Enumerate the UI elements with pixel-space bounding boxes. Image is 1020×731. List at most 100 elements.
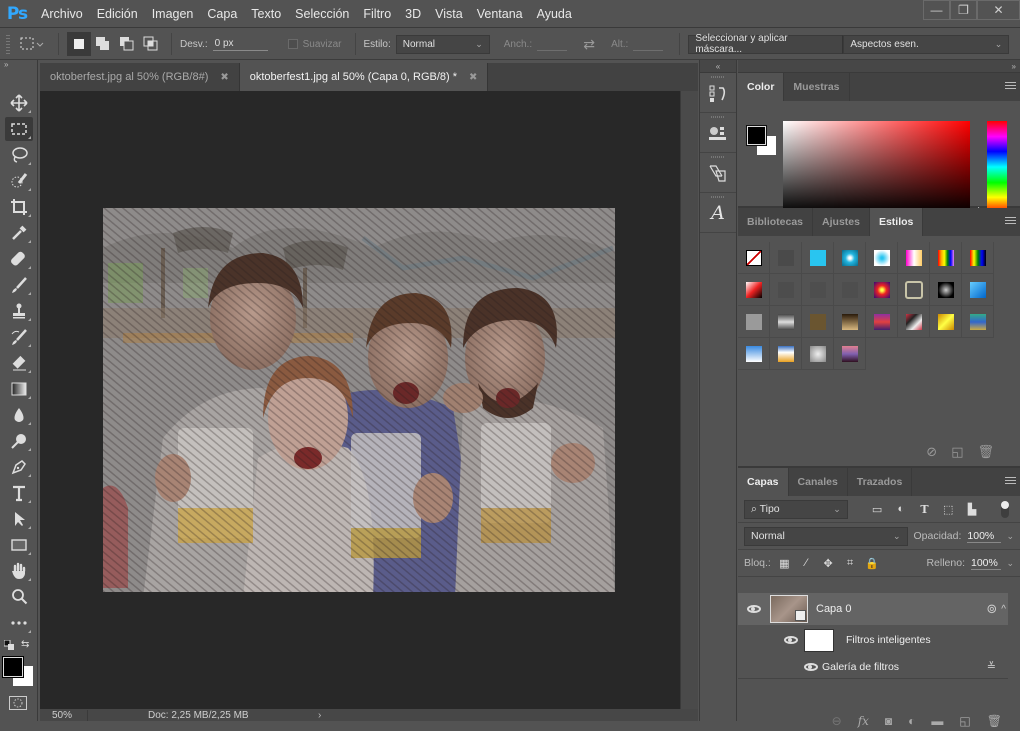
- visibility-eye-icon[interactable]: [738, 636, 804, 644]
- new-style-icon[interactable]: ◱: [951, 444, 963, 460]
- restore-button[interactable]: ❐: [950, 0, 977, 20]
- zoom-tool[interactable]: [5, 585, 33, 609]
- style-swatch[interactable]: [738, 242, 770, 274]
- close-tab-icon[interactable]: ✖: [220, 72, 228, 83]
- style-swatch[interactable]: [770, 306, 802, 338]
- layer-filter-select[interactable]: ⌕ Tipo ⌄: [744, 499, 848, 519]
- filter-name[interactable]: Galería de filtros: [822, 661, 899, 673]
- gradient-tool[interactable]: [5, 377, 33, 401]
- blend-mode-select[interactable]: Normal ⌄: [744, 526, 908, 546]
- new-layer-icon[interactable]: ◱: [959, 714, 970, 728]
- feather-input[interactable]: 0 px: [212, 37, 268, 51]
- style-swatch[interactable]: [802, 274, 834, 306]
- marquee-preset-icon[interactable]: [16, 32, 50, 56]
- default-colors-icon[interactable]: [3, 639, 14, 650]
- filter-adjustment-icon[interactable]: ◐: [891, 501, 910, 517]
- menu-edicion[interactable]: Edición: [90, 0, 145, 28]
- width-input[interactable]: [537, 37, 568, 51]
- select-and-mask-button[interactable]: Seleccionar y aplicar máscara...: [688, 33, 844, 55]
- rectangle-tool[interactable]: [5, 533, 33, 557]
- document-tab-active[interactable]: oktoberfest1.jpg al 50% (Capa 0, RGB/8) …: [239, 63, 489, 91]
- tab-trazados[interactable]: Trazados: [848, 468, 913, 496]
- style-swatch[interactable]: [834, 338, 866, 370]
- document-image[interactable]: [103, 208, 615, 592]
- eyedropper-tool[interactable]: [5, 221, 33, 245]
- document-tab[interactable]: oktoberfest.jpg al 50% (RGB/8#) ✖: [40, 63, 240, 91]
- quick-mask-button[interactable]: [9, 696, 27, 710]
- vertical-scrollbar[interactable]: [680, 91, 698, 709]
- style-swatch[interactable]: [834, 274, 866, 306]
- antialias-checkbox[interactable]: [287, 39, 298, 49]
- add-mask-icon[interactable]: ◙: [885, 714, 892, 728]
- clear-style-icon[interactable]: ⊘: [926, 444, 937, 460]
- path-selection-tool[interactable]: [5, 507, 33, 531]
- style-swatch[interactable]: [738, 306, 770, 338]
- menu-3d[interactable]: 3D: [398, 0, 428, 28]
- filter-shape-icon[interactable]: ⬚: [939, 501, 958, 517]
- subtract-selection-icon[interactable]: [115, 32, 139, 56]
- opacity-input[interactable]: 100%: [967, 530, 1002, 543]
- style-swatch[interactable]: [962, 306, 994, 338]
- adjustment-layer-icon[interactable]: ◐: [908, 714, 915, 728]
- style-swatch[interactable]: [802, 242, 834, 274]
- blur-tool[interactable]: [5, 403, 33, 427]
- style-swatch[interactable]: [866, 274, 898, 306]
- menu-vista[interactable]: Vista: [428, 0, 470, 28]
- character-panel-button[interactable]: A: [700, 193, 736, 233]
- menu-ayuda[interactable]: Ayuda: [530, 0, 579, 28]
- style-swatch[interactable]: [962, 242, 994, 274]
- options-grip[interactable]: [6, 34, 10, 54]
- style-swatch[interactable]: [834, 242, 866, 274]
- clone-stamp-tool[interactable]: [5, 299, 33, 323]
- lock-artboard-icon[interactable]: ⌗: [842, 555, 859, 571]
- filter-pixel-icon[interactable]: ▭: [868, 501, 887, 517]
- opacity-chevron-icon[interactable]: ⌄: [1006, 531, 1014, 542]
- menu-texto[interactable]: Texto: [244, 0, 288, 28]
- swap-colors-icon[interactable]: ⇆: [21, 639, 33, 651]
- lock-position-icon[interactable]: ✥: [820, 555, 837, 571]
- eraser-tool[interactable]: [5, 351, 33, 375]
- foreground-color-swatch[interactable]: [2, 656, 24, 678]
- visibility-eye-icon[interactable]: [738, 605, 770, 613]
- hand-tool[interactable]: [5, 559, 33, 583]
- glyphs-panel-button[interactable]: [700, 153, 736, 193]
- swap-dimensions-icon[interactable]: ⇄: [577, 32, 601, 56]
- foreground-color-swatch[interactable]: [746, 125, 767, 146]
- rectangular-marquee-tool[interactable]: [5, 117, 33, 141]
- minimize-button[interactable]: —: [923, 0, 950, 20]
- filter-type-icon[interactable]: T: [915, 501, 934, 517]
- panel-menu-icon[interactable]: [1005, 82, 1016, 91]
- color-field[interactable]: [783, 121, 970, 213]
- collapse-arrow-icon[interactable]: ^: [1001, 604, 1008, 615]
- style-swatch[interactable]: [866, 242, 898, 274]
- style-swatch[interactable]: [770, 242, 802, 274]
- quick-selection-tool[interactable]: [5, 169, 33, 193]
- fx-icon[interactable]: fx: [858, 714, 869, 728]
- type-tool[interactable]: [5, 481, 33, 505]
- menu-ventana[interactable]: Ventana: [470, 0, 530, 28]
- lock-transparent-icon[interactable]: ▦: [776, 555, 793, 571]
- status-menu-arrow-icon[interactable]: ›: [318, 710, 321, 721]
- delete-style-icon[interactable]: 🗑: [977, 444, 994, 460]
- fill-input[interactable]: 100%: [971, 557, 1002, 570]
- tab-color[interactable]: Color: [738, 73, 785, 101]
- style-swatch[interactable]: [898, 306, 930, 338]
- tab-capas[interactable]: Capas: [738, 468, 789, 496]
- zoom-level[interactable]: 50%: [40, 709, 88, 721]
- style-swatch[interactable]: [834, 306, 866, 338]
- smart-filter-icon[interactable]: ⊚: [986, 601, 997, 617]
- pen-tool[interactable]: [5, 455, 33, 479]
- new-selection-icon[interactable]: [67, 32, 91, 56]
- delete-layer-icon[interactable]: 🗑: [987, 714, 1002, 728]
- properties-panel-button[interactable]: [700, 113, 736, 153]
- close-button[interactable]: ✕: [977, 0, 1020, 20]
- menu-archivo[interactable]: Archivo: [34, 0, 90, 28]
- menu-capa[interactable]: Capa: [200, 0, 244, 28]
- new-group-icon[interactable]: ▬: [931, 714, 943, 728]
- move-tool[interactable]: [5, 91, 33, 115]
- filter-blending-options-icon[interactable]: ≚: [987, 660, 996, 673]
- collapse-dock-icon[interactable]: «: [700, 60, 736, 73]
- brush-tool[interactable]: [5, 273, 33, 297]
- healing-brush-tool[interactable]: [5, 247, 33, 271]
- layer-row[interactable]: Capa 0 ⊚ ^: [738, 593, 1008, 625]
